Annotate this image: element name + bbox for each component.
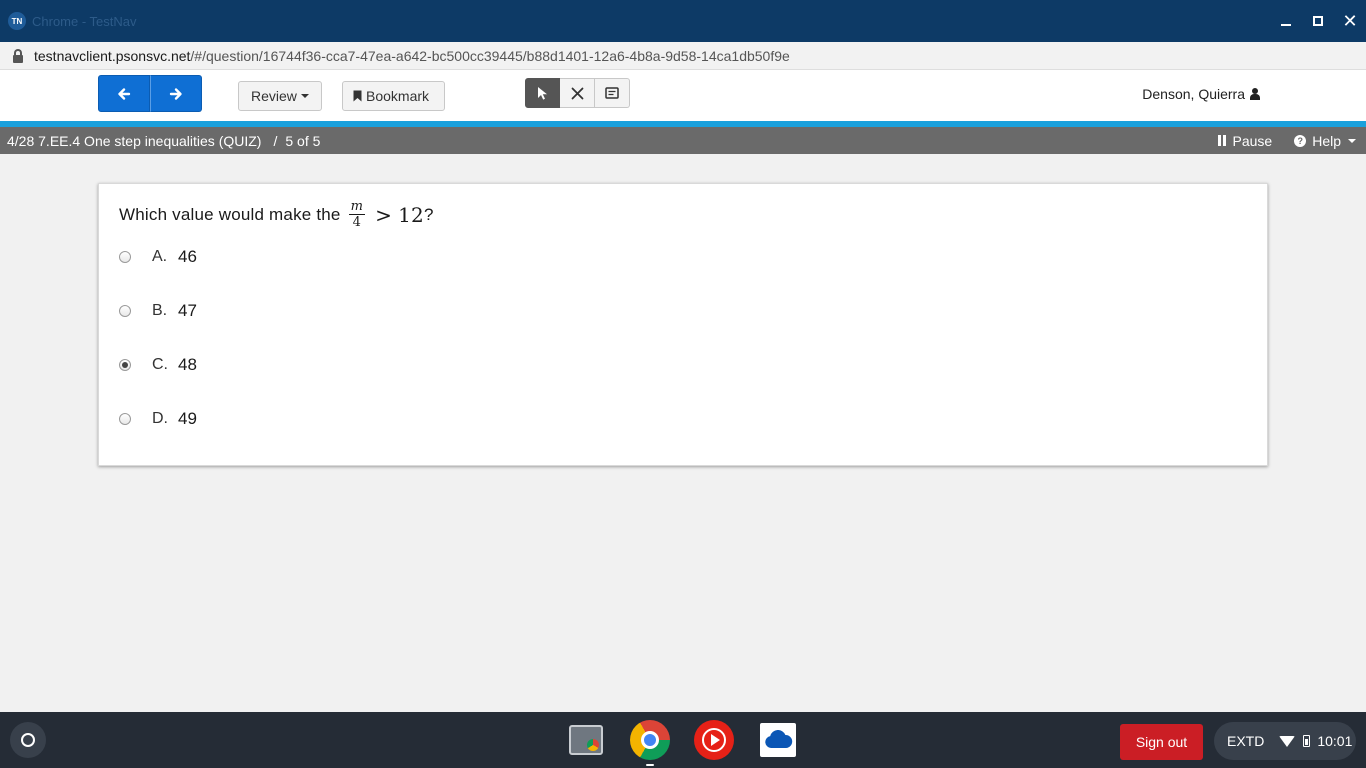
clock: 10:01 bbox=[1317, 733, 1353, 749]
address-bar[interactable]: testnavclient.psonsvc.net/#/question/167… bbox=[0, 42, 1366, 70]
test-toolbar: Review Bookmark Denson, Quierra bbox=[0, 70, 1366, 121]
wifi-icon bbox=[1279, 735, 1296, 747]
choice-value: 49 bbox=[178, 409, 197, 428]
choice-letter: A. bbox=[152, 248, 168, 265]
pause-label: Pause bbox=[1232, 132, 1273, 149]
sign-out-button[interactable]: Sign out bbox=[1120, 724, 1203, 760]
choice-value: 46 bbox=[178, 247, 197, 266]
bookmark-button[interactable]: Bookmark bbox=[342, 81, 445, 111]
pause-icon bbox=[1217, 135, 1226, 146]
choice-a[interactable]: A. 46 bbox=[119, 247, 197, 267]
youtube-music-icon bbox=[694, 720, 734, 760]
review-dropdown-button[interactable]: Review bbox=[238, 81, 322, 111]
onedrive-button[interactable] bbox=[758, 720, 798, 760]
minimize-icon bbox=[1281, 24, 1291, 26]
bookmark-icon bbox=[353, 90, 362, 102]
caret-down-icon bbox=[300, 94, 309, 98]
choice-value: 47 bbox=[178, 301, 197, 320]
battery-icon bbox=[1303, 735, 1311, 747]
choice-letter: C. bbox=[152, 356, 168, 373]
youtube-music-button[interactable] bbox=[694, 720, 734, 760]
review-label: Review bbox=[251, 88, 297, 104]
minimize-button[interactable] bbox=[1270, 0, 1302, 42]
url-text[interactable]: testnavclient.psonsvc.net/#/question/167… bbox=[34, 48, 790, 64]
inequality-operator: > bbox=[375, 202, 393, 227]
files-app-icon bbox=[569, 725, 603, 755]
choice-d-radio[interactable] bbox=[119, 413, 131, 425]
bookmark-label: Bookmark bbox=[366, 88, 430, 104]
choice-value: 48 bbox=[178, 355, 197, 374]
choice-letter: D. bbox=[152, 410, 168, 427]
tool-selector bbox=[525, 78, 630, 108]
arrow-left-icon bbox=[118, 87, 131, 100]
fraction-denominator: 4 bbox=[352, 215, 362, 230]
test-info-bar: 4/28 7.EE.4 One step inequalities (QUIZ)… bbox=[0, 127, 1366, 154]
close-icon: ✕ bbox=[1342, 11, 1358, 31]
os-shelf: Sign out EXTD 10:01 bbox=[0, 712, 1366, 768]
launcher-button[interactable] bbox=[10, 722, 46, 758]
choice-d[interactable]: D. 49 bbox=[119, 409, 197, 429]
chrome-app-button[interactable] bbox=[630, 720, 670, 766]
cloud-icon bbox=[760, 723, 796, 757]
notepad-icon bbox=[605, 86, 619, 99]
tray-label: EXTD bbox=[1227, 733, 1265, 749]
arrow-right-icon bbox=[169, 87, 182, 100]
help-dropdown-button[interactable]: ? Help bbox=[1294, 133, 1356, 149]
next-question-button[interactable] bbox=[150, 75, 202, 112]
chrome-icon bbox=[630, 720, 670, 760]
pointer-tool-button[interactable] bbox=[525, 78, 560, 108]
launcher-icon bbox=[21, 733, 35, 747]
testnav-app-icon: TN bbox=[8, 12, 26, 30]
window-controls: ✕ bbox=[1270, 0, 1366, 42]
question-prompt: Which value would make the bbox=[119, 204, 341, 224]
url-host: testnavclient.psonsvc.net bbox=[34, 47, 191, 64]
answer-eliminator-button[interactable] bbox=[560, 78, 595, 108]
maximize-icon bbox=[1313, 16, 1323, 26]
choice-c-radio[interactable] bbox=[119, 359, 131, 371]
pause-button[interactable]: Pause bbox=[1217, 132, 1273, 149]
user-name-text: Denson, Quierra bbox=[1142, 86, 1245, 102]
close-window-button[interactable]: ✕ bbox=[1334, 0, 1366, 42]
files-app-button[interactable] bbox=[566, 720, 606, 760]
active-app-indicator bbox=[646, 764, 654, 766]
question-end-mark: ? bbox=[423, 204, 434, 224]
help-label: Help bbox=[1312, 132, 1341, 149]
choice-a-radio[interactable] bbox=[119, 251, 131, 263]
notepad-tool-button[interactable] bbox=[595, 78, 630, 108]
title-separator: / bbox=[273, 132, 278, 149]
previous-question-button[interactable] bbox=[98, 75, 150, 112]
test-controls: Pause ? Help bbox=[1217, 127, 1366, 154]
window-title: Chrome - TestNav bbox=[32, 13, 137, 29]
question-progress: 5 of 5 bbox=[285, 132, 321, 149]
student-name: Denson, Quierra bbox=[1142, 86, 1260, 102]
question-circle-icon: ? bbox=[1294, 134, 1307, 147]
fraction: m 4 bbox=[348, 199, 366, 230]
choice-c[interactable]: C. 48 bbox=[119, 355, 197, 375]
choice-b-radio[interactable] bbox=[119, 305, 131, 317]
inequality-rhs: 12 bbox=[398, 202, 424, 227]
maximize-button[interactable] bbox=[1302, 0, 1334, 42]
quiz-title: 4/28 7.EE.4 One step inequalities (QUIZ) bbox=[7, 132, 262, 149]
question-panel: Which value would make the m 4 > 12 ? A.… bbox=[98, 183, 1268, 466]
question-stem: Which value would make the m 4 > 12 ? bbox=[119, 200, 434, 229]
url-path: /#/question/16744f36-cca7-47ea-a642-bc50… bbox=[190, 47, 790, 64]
choice-letter: B. bbox=[152, 302, 168, 319]
user-icon bbox=[1250, 88, 1260, 100]
cross-out-icon bbox=[571, 87, 583, 99]
system-tray[interactable]: EXTD 10:01 bbox=[1214, 722, 1356, 760]
inequality-expression: m 4 > 12 bbox=[348, 199, 424, 230]
question-navigation bbox=[98, 75, 202, 112]
pointer-icon bbox=[537, 86, 547, 100]
choice-b[interactable]: B. 47 bbox=[119, 301, 197, 321]
caret-down-icon bbox=[1348, 138, 1356, 143]
window-title-bar: TN Chrome - TestNav ✕ bbox=[0, 0, 1366, 42]
lock-icon bbox=[12, 48, 24, 64]
fraction-numerator: m bbox=[348, 199, 366, 215]
